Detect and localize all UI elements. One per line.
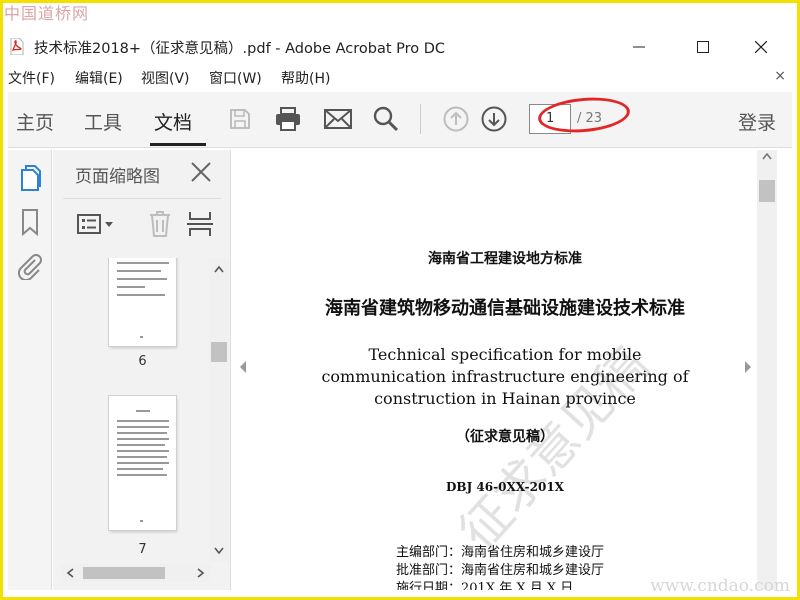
- chevron-right-icon[interactable]: [197, 568, 205, 578]
- page-thumbnail-6[interactable]: [109, 258, 176, 346]
- collapse-right-panel-icon[interactable]: [743, 360, 753, 374]
- previous-page-button[interactable]: [440, 104, 472, 134]
- page-number-label: 7: [138, 542, 147, 557]
- attachments-button[interactable]: [14, 250, 46, 282]
- page-thumbnails-button[interactable]: [14, 162, 46, 194]
- close-icon: [755, 41, 767, 53]
- menu-bar: 文件(F) 编辑(E) 视图(V) 窗口(W) 帮助(H) ×: [0, 66, 800, 90]
- menu-close-button[interactable]: ×: [774, 68, 786, 84]
- bookmarks-button[interactable]: [14, 206, 46, 238]
- login-button[interactable]: 登录: [738, 108, 776, 135]
- email-icon: [324, 109, 352, 129]
- toolbar: 主页 工具 文档 1 / 23 登录: [8, 92, 792, 148]
- page-up-icon: [443, 106, 469, 132]
- thumbnail-panel: 页面缩略图 6 7: [53, 150, 231, 590]
- minimize-icon: [633, 46, 645, 48]
- scrollbar-thumb[interactable]: [211, 342, 227, 362]
- chevron-down-icon: [214, 547, 224, 555]
- delete-page-button[interactable]: [145, 208, 175, 240]
- thumbnail-options-button[interactable]: [75, 208, 117, 240]
- window-title: 技术标准2018+（征求意见稿）.pdf - Adobe Acrobat Pro…: [34, 41, 446, 57]
- maximize-button[interactable]: [688, 34, 718, 60]
- active-tab-indicator: [150, 143, 206, 146]
- save-button[interactable]: [224, 104, 256, 134]
- print-button[interactable]: [272, 104, 304, 134]
- menu-edit[interactable]: 编辑(E): [75, 68, 123, 88]
- chevron-up-icon[interactable]: [762, 152, 772, 160]
- title-bar: 技术标准2018+（征求意见稿）.pdf - Adobe Acrobat Pro…: [0, 30, 800, 64]
- scroll-down-arrow[interactable]: [209, 542, 229, 560]
- chevron-up-icon: [214, 265, 224, 273]
- tab-document[interactable]: 文档: [154, 108, 192, 135]
- menu-window[interactable]: 窗口(W): [209, 68, 262, 88]
- crop-icon: [187, 212, 213, 236]
- meta-value: 201X 年 X 月 X 日: [461, 581, 574, 590]
- thumbnail-vertical-scrollbar[interactable]: [209, 258, 229, 562]
- close-window-button[interactable]: [746, 34, 776, 60]
- pdf-file-icon: [10, 38, 24, 55]
- panel-title: 页面缩略图: [75, 167, 160, 187]
- page-down-icon: [481, 106, 507, 132]
- watermark-top: 中国道桥网: [4, 4, 90, 23]
- tab-tools[interactable]: 工具: [84, 108, 122, 135]
- close-icon: [191, 162, 211, 182]
- scrollbar-thumb[interactable]: [83, 567, 165, 579]
- watermark-bottom: www.cndao.com: [650, 576, 790, 596]
- document-view: 征求意见稿 海南省工程建设地方标准 海南省建筑物移动通信基础设施建设技术标准 T…: [254, 150, 756, 590]
- panel-separator: [63, 198, 221, 199]
- meta-value: 海南省住房和城乡建设厅: [461, 563, 605, 578]
- doc-title-en: Technical specification for mobile commu…: [321, 345, 689, 408]
- crop-page-button[interactable]: [185, 208, 215, 240]
- page-thumbnails-icon: [21, 165, 41, 191]
- bookmark-icon: [22, 209, 38, 236]
- attachment-icon: [17, 254, 42, 280]
- panel-close-button[interactable]: [189, 160, 213, 184]
- tab-home[interactable]: 主页: [16, 108, 54, 135]
- menu-help[interactable]: 帮助(H): [281, 68, 330, 88]
- doc-draft-label: （征求意见稿）: [456, 429, 554, 445]
- meta-value: 海南省住房和城乡建设厅: [461, 545, 605, 560]
- save-icon: [230, 109, 250, 129]
- page-thumbnail-7[interactable]: [109, 396, 176, 530]
- next-page-button[interactable]: [478, 104, 510, 134]
- page-number-label: 6: [138, 354, 147, 369]
- scrollbar-thumb[interactable]: [759, 180, 775, 202]
- doc-meta-row: 施行日期：201X 年 X 月 X 日: [396, 577, 573, 590]
- doc-standard-type: 海南省工程建设地方标准: [428, 251, 582, 267]
- minimize-button[interactable]: [624, 34, 654, 60]
- meta-label: 批准部门：: [396, 563, 462, 578]
- doc-meta-row: 批准部门：海南省住房和城乡建设厅: [396, 559, 604, 578]
- email-button[interactable]: [322, 104, 354, 134]
- doc-title-cn: 海南省建筑物移动通信基础设施建设技术标准: [325, 298, 685, 319]
- options-menu-icon: [77, 214, 113, 234]
- left-rail: [8, 150, 52, 590]
- chevron-left-icon[interactable]: [66, 568, 74, 578]
- trash-icon: [150, 211, 170, 237]
- maximize-icon: [697, 41, 709, 53]
- thumbnail-list: 6 7: [53, 258, 209, 562]
- menu-view[interactable]: 视图(V): [141, 68, 190, 88]
- search-button[interactable]: [370, 104, 402, 134]
- doc-code: DBJ 46-0XX-201X: [446, 480, 564, 494]
- print-icon: [276, 107, 300, 131]
- toolbar-separator: [420, 104, 421, 134]
- menu-file[interactable]: 文件(F): [8, 68, 55, 88]
- document-vertical-scrollbar[interactable]: [757, 150, 777, 590]
- thumbnail-horizontal-scrollbar[interactable]: [61, 564, 211, 582]
- meta-label: 主编部门：: [396, 545, 462, 560]
- meta-label: 施行日期：: [396, 581, 462, 590]
- search-icon: [373, 106, 399, 132]
- doc-meta-row: 主编部门：海南省住房和城乡建设厅: [396, 541, 604, 560]
- collapse-left-panel-icon[interactable]: [238, 360, 248, 374]
- scroll-up-arrow[interactable]: [209, 260, 229, 278]
